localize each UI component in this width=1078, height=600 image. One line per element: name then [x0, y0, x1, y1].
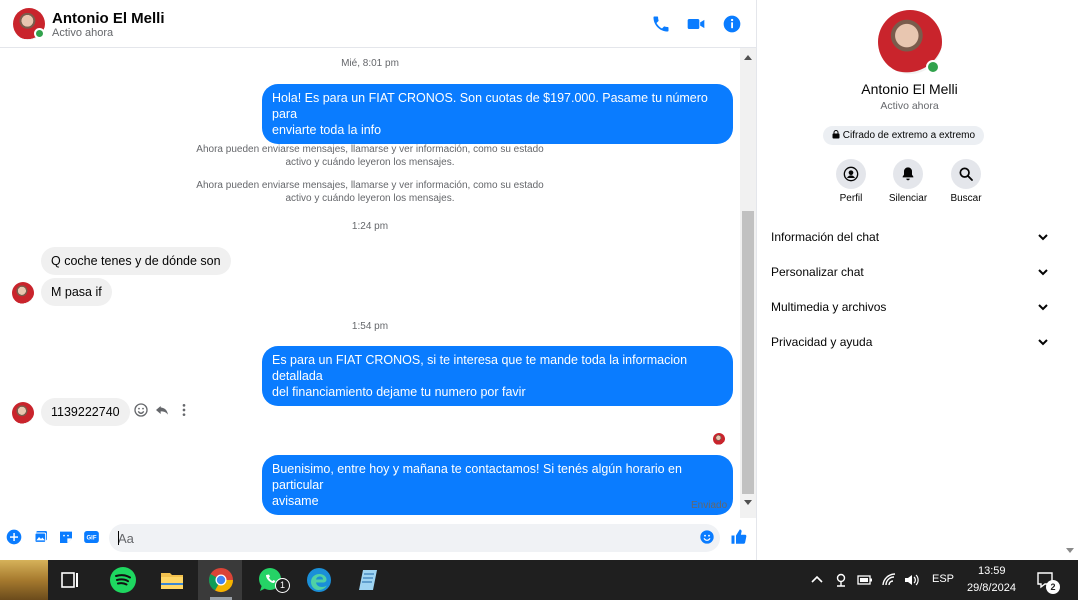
message-text: Es para un FIAT CRONOS, si te interesa q… — [272, 353, 688, 383]
chat-details-panel: Antonio El Melli Activo ahora Cifrado de… — [758, 0, 1078, 560]
e2e-badge[interactable]: Cifrado de extremo a extremo — [823, 126, 985, 145]
plus-icon[interactable] — [6, 529, 22, 545]
search-label: Buscar — [950, 193, 982, 204]
scroll-thumb[interactable] — [742, 211, 754, 494]
volume-icon[interactable] — [903, 572, 919, 588]
chevron-down-icon — [1038, 339, 1048, 346]
profile-icon — [843, 166, 859, 182]
language-indicator[interactable]: ESP — [932, 573, 954, 585]
svg-text:GIF: GIF — [87, 536, 97, 542]
section-label: Multimedia y archivos — [771, 300, 887, 314]
spotify-icon[interactable] — [109, 566, 137, 594]
message-text: enviarte toda la info — [272, 123, 382, 137]
reply-icon[interactable] — [154, 402, 170, 418]
sent-status: Enviado — [691, 500, 728, 511]
message-text: avisame — [272, 494, 319, 508]
scroll-up-icon[interactable] — [744, 55, 752, 60]
panel-scroll-down-icon[interactable] — [1066, 548, 1074, 553]
profile-label: Perfil — [839, 193, 863, 204]
sticker-icon[interactable] — [58, 529, 74, 545]
clock-time[interactable]: 13:59 — [978, 565, 1006, 577]
chat-pane: Antonio El Melli Activo ahora Mié, 8:01 … — [0, 0, 757, 560]
notepad-icon[interactable] — [355, 566, 383, 594]
online-indicator — [926, 60, 940, 74]
message-text: Hola! Es para un FIAT CRONOS. Son cuotas… — [272, 91, 708, 121]
bell-icon — [902, 167, 914, 181]
chat-header: Antonio El Melli Activo ahora — [0, 0, 757, 48]
contact-status: Activo ahora — [52, 27, 114, 39]
more-options-icon[interactable] — [176, 402, 192, 418]
section-label: Personalizar chat — [771, 265, 864, 279]
section-media-files[interactable]: Multimedia y archivos — [771, 298, 1049, 318]
battery-icon[interactable] — [857, 572, 873, 588]
message-outgoing[interactable]: Buenisimo, entre hoy y mañana te contact… — [262, 455, 733, 515]
e2e-label: Cifrado de extremo a extremo — [842, 130, 976, 141]
contact-name: Antonio El Melli — [861, 81, 958, 97]
composer: GIF — [0, 518, 757, 560]
task-view-icon[interactable] — [58, 568, 82, 592]
contact-name[interactable]: Antonio El Melli — [52, 10, 165, 27]
seen-avatar — [713, 433, 725, 445]
search-button[interactable] — [951, 159, 981, 189]
message-list[interactable]: Mié, 8:01 pm Hola! Es para un FIAT CRONO… — [0, 48, 740, 518]
messenger-window: Antonio El Melli Activo ahora Mié, 8:01 … — [0, 0, 1078, 560]
timestamp: 1:24 pm — [351, 221, 389, 232]
phone-icon[interactable] — [651, 14, 671, 34]
section-chat-info[interactable]: Información del chat — [771, 228, 1049, 248]
chevron-down-icon — [1038, 269, 1048, 276]
search-icon — [959, 167, 973, 181]
like-icon[interactable] — [730, 528, 748, 546]
edge-icon[interactable] — [305, 566, 333, 594]
video-icon[interactable] — [686, 14, 706, 34]
system-notice: Ahora pueden enviarse mensajes, llamarse… — [196, 144, 544, 168]
timestamp: 1:54 pm — [351, 321, 389, 332]
info-icon[interactable] — [722, 14, 742, 34]
online-indicator — [34, 28, 45, 39]
scroll-down-icon[interactable] — [744, 500, 752, 505]
message-scrollbar[interactable] — [740, 48, 756, 518]
contact-avatar — [12, 282, 34, 304]
react-icon[interactable] — [133, 402, 149, 418]
chevron-down-icon — [1038, 304, 1048, 311]
message-input[interactable] — [109, 524, 720, 552]
system-notice: Ahora pueden enviarse mensajes, llamarse… — [196, 180, 544, 204]
contact-status: Activo ahora — [880, 100, 939, 112]
lock-icon — [832, 130, 840, 139]
mute-button[interactable] — [893, 159, 923, 189]
timestamp: Mié, 8:01 pm — [341, 58, 399, 69]
section-label: Privacidad y ayuda — [771, 335, 873, 349]
message-outgoing[interactable]: Es para un FIAT CRONOS, si te interesa q… — [262, 346, 733, 406]
emoji-icon[interactable] — [699, 529, 715, 545]
chevron-up-icon[interactable] — [809, 572, 825, 588]
message-incoming[interactable]: M pasa if — [41, 278, 112, 306]
message-incoming[interactable]: Q coche tenes y de dónde son — [41, 247, 231, 275]
section-privacy-help[interactable]: Privacidad y ayuda — [771, 333, 1049, 353]
weather-widget-icon[interactable] — [0, 560, 48, 600]
notification-badge: 2 — [1046, 580, 1060, 594]
chrome-icon[interactable] — [207, 566, 235, 594]
message-text: del financiamiento dejame tu numero por … — [272, 385, 526, 399]
clock-date[interactable]: 29/8/2024 — [967, 582, 1016, 594]
gif-icon[interactable]: GIF — [83, 529, 100, 545]
contact-avatar — [12, 402, 34, 424]
message-text: Buenisimo, entre hoy y mañana te contact… — [272, 462, 682, 492]
profile-button[interactable] — [836, 159, 866, 189]
file-explorer-icon[interactable] — [158, 566, 186, 594]
message-incoming[interactable]: 1139222740 — [41, 398, 130, 426]
webcam-icon[interactable] — [833, 572, 849, 588]
photo-icon[interactable] — [33, 529, 49, 545]
message-outgoing[interactable]: Hola! Es para un FIAT CRONOS. Son cuotas… — [262, 84, 733, 144]
text-caret — [118, 531, 119, 545]
taskbar: 1 ESP 13:59 29/8/2024 2 — [0, 560, 1078, 600]
section-customize-chat[interactable]: Personalizar chat — [771, 263, 1049, 283]
mute-label: Silenciar — [888, 193, 928, 204]
whatsapp-badge: 1 — [275, 578, 290, 593]
chevron-down-icon — [1038, 234, 1048, 241]
section-label: Información del chat — [771, 230, 880, 244]
wifi-icon[interactable] — [881, 572, 897, 588]
